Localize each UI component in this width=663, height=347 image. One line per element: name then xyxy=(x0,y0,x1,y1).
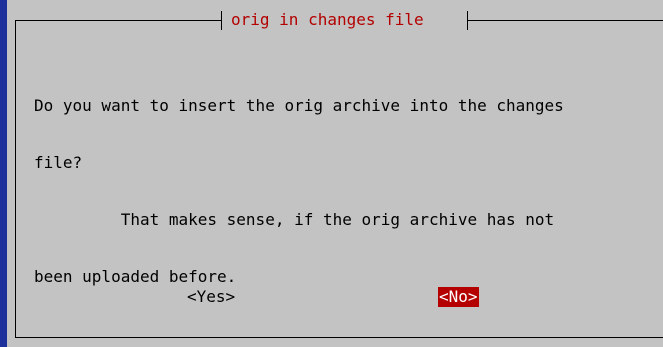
terminal-screen: orig in changes file Do you want to inse… xyxy=(0,0,663,347)
title-separator-left xyxy=(221,11,222,30)
dialog-title: orig in changes file xyxy=(231,10,424,29)
dialog-frame-left xyxy=(15,20,16,338)
dialog-box: orig in changes file Do you want to inse… xyxy=(7,0,663,347)
yes-button[interactable]: <Yes> xyxy=(187,287,235,307)
dialog-message: Do you want to insert the orig archive i… xyxy=(34,58,654,324)
message-line: file? xyxy=(34,153,83,172)
dialog-frame-top-right xyxy=(467,20,663,21)
dialog-frame-top-left xyxy=(15,20,221,21)
dialog-frame-bottom xyxy=(15,337,663,338)
message-line: been uploaded before. xyxy=(34,267,237,286)
title-separator-right xyxy=(467,11,468,30)
message-line: Do you want to insert the orig archive i… xyxy=(34,96,564,115)
no-button[interactable]: <No> xyxy=(438,287,479,307)
message-line: That makes sense, if the orig archive ha… xyxy=(34,210,555,229)
